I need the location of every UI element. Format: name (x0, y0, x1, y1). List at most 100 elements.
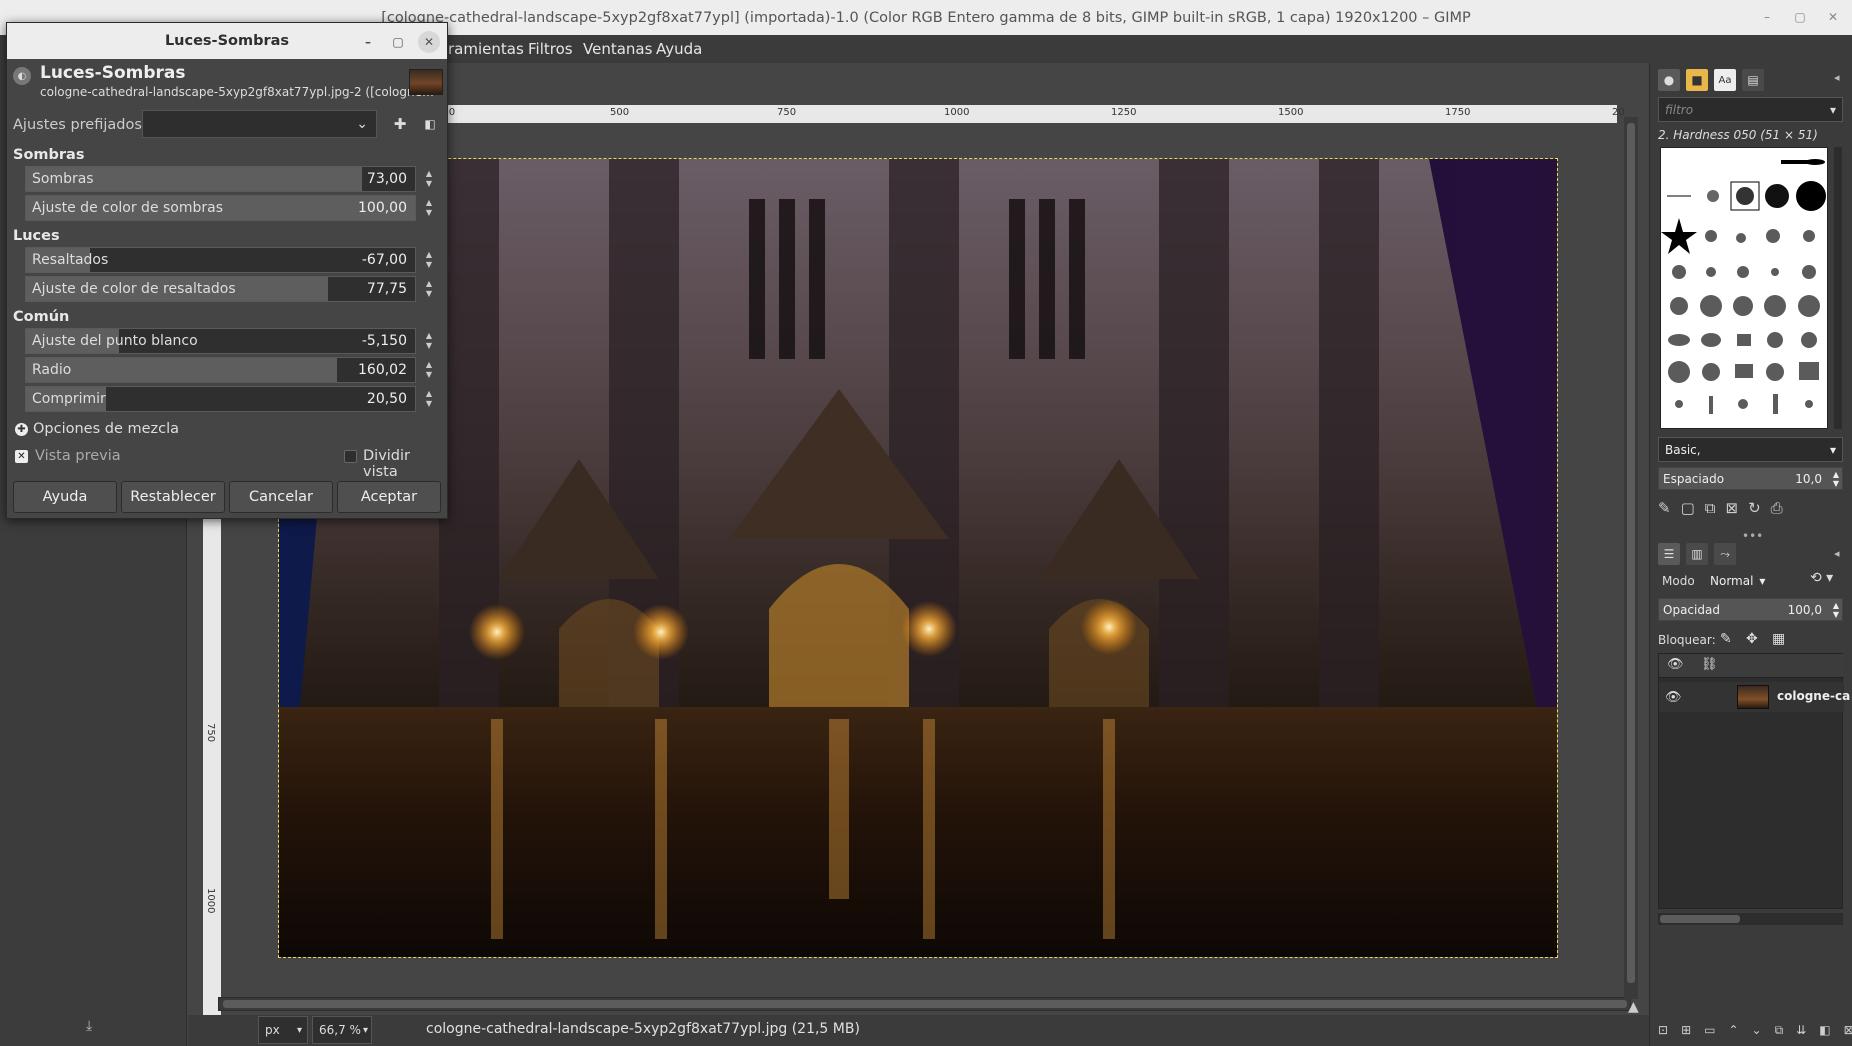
maximize-icon[interactable]: ▢ (1790, 7, 1810, 27)
menu-windows[interactable]: Ventanas (583, 40, 652, 58)
preset-menu-icon[interactable]: ◧ (421, 115, 439, 133)
edit-brush-icon[interactable]: ✎ (1658, 499, 1671, 517)
add-preset-icon[interactable]: ✚ (391, 115, 409, 133)
eye-icon[interactable]: 👁 (1665, 690, 1682, 705)
layer-list[interactable]: 👁 ⛓ 👁 cologne-ca (1658, 653, 1850, 909)
brushes-tab[interactable]: ● (1658, 69, 1680, 91)
spin-arrows-icon[interactable]: ▲ ▼ (421, 386, 437, 412)
spin-arrows-icon[interactable]: ▲ ▼ (1833, 470, 1839, 488)
radius-slider[interactable]: Radio 160,02 (25, 357, 416, 383)
mode-reset-icon[interactable]: ⟲ ▾ (1810, 570, 1833, 586)
minimize-icon[interactable]: – (357, 31, 379, 53)
menu-filters[interactable]: Filtros (528, 40, 573, 58)
ok-button[interactable]: Aceptar (337, 481, 441, 513)
ruler-tick: 1000 (205, 888, 216, 914)
cathedral-photo[interactable] (278, 158, 1558, 958)
navigate-icon[interactable]: ▲ (1628, 999, 1639, 1015)
brush-name: 2. Hardness 050 (51 × 51) (1658, 128, 1818, 142)
presets-label: Ajustes prefijados: (13, 117, 147, 133)
ruler-tick: 1000 (944, 107, 970, 118)
dialog-titlebar[interactable]: Luces-Sombras – ▢ ✕ (7, 23, 447, 59)
dock-separator-handle-icon[interactable]: ••• (1742, 529, 1763, 543)
brush-filter-input[interactable]: filtro ▾ (1658, 97, 1843, 122)
dialog-subtitle: cologne-cathedral-landscape-5xyp2gf8xat7… (40, 85, 435, 99)
zoom-select[interactable]: 66,7 % ▾ (312, 1016, 372, 1044)
refresh-brushes-icon[interactable]: ↻ (1748, 499, 1761, 517)
minimize-icon[interactable]: – (1757, 7, 1777, 27)
spin-arrows-icon[interactable]: ▲ ▼ (421, 328, 437, 354)
raise-layer-icon[interactable]: ⌃ (1728, 1023, 1738, 1038)
layer-row[interactable]: 👁 cologne-ca (1659, 682, 1850, 712)
new-layer-icon[interactable]: ⊞ (1681, 1023, 1691, 1038)
duplicate-brush-icon[interactable]: ⧉ (1705, 499, 1716, 517)
configure-tab-icon[interactable]: ◂ (1834, 547, 1840, 560)
white-point-adjust-slider[interactable]: Ajuste del punto blanco -5,150 (25, 328, 416, 354)
merge-layer-icon[interactable]: ⇊ (1796, 1023, 1806, 1038)
paths-tab[interactable]: ⤳ (1714, 543, 1736, 565)
horizontal-scrollbar[interactable] (218, 997, 1631, 1011)
blend-options-expander[interactable]: Opciones de mezcla (33, 421, 179, 437)
patterns-tab[interactable]: ■ (1686, 69, 1708, 91)
duplicate-layer-icon[interactable]: ⧉ (1775, 1023, 1784, 1038)
vertical-scrollbar[interactable] (1624, 117, 1638, 999)
save-device-status-icon[interactable]: ⤓ (86, 1018, 92, 1034)
brush-grid-scrollbar[interactable] (1834, 147, 1842, 429)
lower-layer-icon[interactable]: ⌄ (1752, 1023, 1762, 1038)
presets-select[interactable]: ⌄ (142, 110, 377, 138)
spin-arrows-icon[interactable]: ▲ ▼ (421, 276, 437, 302)
layer-list-hscroll[interactable] (1658, 913, 1843, 925)
spin-arrows-icon[interactable]: ▲ ▼ (421, 247, 437, 273)
compress-slider[interactable]: Comprimir 20,50 (25, 386, 416, 412)
menu-help[interactable]: Ayuda (656, 40, 702, 58)
new-layer-group-icon[interactable]: ⊡ (1658, 1023, 1668, 1038)
shadows-slider[interactable]: Sombras 73,00 (25, 166, 416, 192)
fonts-tab[interactable]: Aa (1714, 69, 1736, 91)
maximize-icon[interactable]: ▢ (387, 31, 409, 53)
statusbar: px ▾ 66,7 % ▾ cologne-cathedral-landscape-… (188, 1015, 1649, 1046)
menu-tools[interactable]: ramientas (448, 40, 524, 58)
chain-header-icon: ⛓ (1701, 657, 1718, 672)
window-title: [cologne-cathedral-landscape-5xyp2gf8xat… (381, 9, 1471, 26)
folder-icon[interactable]: ▭ (1704, 1023, 1715, 1038)
section-shadows: Sombras (13, 147, 85, 163)
configure-tab-icon[interactable]: ◂ (1834, 71, 1840, 84)
layer-thumbnail (1737, 685, 1769, 709)
open-as-image-icon[interactable]: ⎙ (1771, 499, 1783, 517)
unit-select[interactable]: px ▾ (258, 1016, 308, 1044)
preview-label: Vista previa (35, 448, 121, 464)
brush-set-select[interactable]: Basic, ▾ (1658, 437, 1843, 462)
document-history-tab[interactable]: ▤ (1742, 69, 1764, 91)
channels-tab[interactable]: ▥ (1686, 543, 1708, 565)
layer-mode-select[interactable]: Normal ▾ (1710, 568, 1774, 593)
expander-icon[interactable]: ✚ (15, 423, 28, 436)
chevron-down-icon: ▾ (1759, 573, 1766, 588)
lock-label: Bloquear: (1658, 633, 1716, 647)
close-icon[interactable]: ✕ (418, 31, 440, 53)
delete-layer-icon[interactable]: ⊠ (1844, 1023, 1852, 1038)
spin-arrows-icon[interactable]: ▲ ▼ (1833, 601, 1839, 619)
brush-grid[interactable] (1660, 147, 1828, 429)
layers-tab[interactable]: ☰ (1658, 543, 1680, 565)
shadow-color-adjust-slider[interactable]: Ajuste de color de sombras 100,00 (25, 195, 416, 221)
section-highlights: Luces (13, 228, 60, 244)
lock-alpha-icon[interactable]: ▦ (1772, 631, 1785, 647)
reset-button[interactable]: Restablecer (121, 481, 225, 513)
highlights-slider[interactable]: Resaltados -67,00 (25, 247, 416, 273)
opacity-spinner[interactable]: Opacidad 100,0 ▲ ▼ (1658, 598, 1843, 621)
cancel-button[interactable]: Cancelar (229, 481, 333, 513)
spin-arrows-icon[interactable]: ▲ ▼ (421, 166, 437, 192)
spin-arrows-icon[interactable]: ▲ ▼ (421, 357, 437, 383)
spacing-spinner[interactable]: Espaciado 10,0 ▲ ▼ (1658, 467, 1843, 490)
close-icon[interactable]: ✕ (1823, 7, 1843, 27)
lock-pixels-icon[interactable]: ✎ (1720, 631, 1732, 647)
highlight-color-adjust-slider[interactable]: Ajuste de color de resaltados 77,75 (25, 276, 416, 302)
mask-icon[interactable]: ◧ (1819, 1023, 1830, 1038)
ruler-tick: 750 (205, 723, 216, 743)
help-button[interactable]: Ayuda (13, 481, 117, 513)
delete-brush-icon[interactable]: ⊠ (1725, 499, 1738, 517)
lock-position-icon[interactable]: ✥ (1746, 631, 1758, 647)
spin-arrows-icon[interactable]: ▲ ▼ (421, 195, 437, 221)
preview-checkbox[interactable]: ✕ (15, 450, 28, 463)
split-view-checkbox[interactable] (344, 450, 357, 463)
new-brush-icon[interactable]: ▢ (1681, 499, 1695, 517)
